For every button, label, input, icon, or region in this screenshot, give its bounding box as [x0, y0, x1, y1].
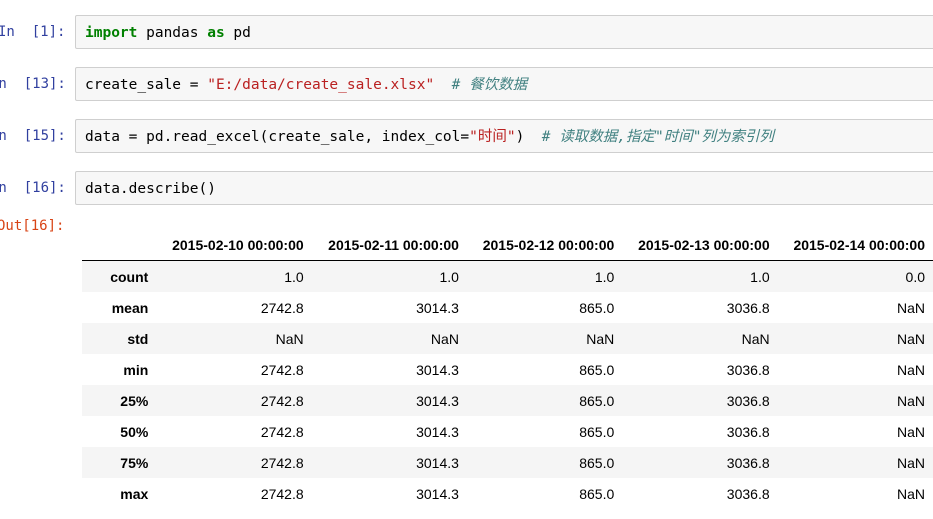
table-cell: NaN [896, 392, 925, 409]
code-keyword: import [85, 25, 138, 41]
table-cell: 3014.3 [416, 454, 459, 471]
code-comment: # 餐饮数据 [451, 77, 528, 93]
table-cell: 1.0 [594, 268, 615, 285]
table-cell: 865.0 [579, 454, 615, 471]
row-index: count [110, 268, 149, 285]
table-cell: 3014.3 [416, 423, 459, 440]
code-string: "时间" [469, 129, 516, 145]
output-prompt: Out[16]: [0, 218, 65, 234]
table-cell: 865.0 [579, 392, 615, 409]
table-cell: 3036.8 [726, 485, 770, 502]
table-cell: 2742.8 [260, 392, 304, 409]
table-cell: 3014.3 [416, 485, 459, 502]
table-cell: 1.0 [284, 268, 304, 285]
table-cell: NaN [896, 485, 925, 502]
table-cell: 2742.8 [260, 361, 304, 378]
code-input[interactable]: data = pd.read_excel(create_sale, index_… [75, 119, 933, 153]
code-text: create_sale = [85, 77, 208, 93]
notebook-cell-2[interactable]: In [13]: create_sale = "E:/data/create_s… [0, 66, 933, 102]
column-header: 2015-02-11 00:00:00 [311, 229, 467, 261]
code-line: data.describe() [85, 181, 216, 197]
row-index: std [127, 330, 149, 347]
table-cell: NaN [741, 330, 770, 347]
code-comment: # 读取数据,指定"时间"列为索引列 [541, 129, 774, 145]
table-header-row: 2015-02-10 00:00:00 2015-02-11 00:00:00 … [82, 229, 933, 261]
table-cell: NaN [430, 330, 459, 347]
code-string: "E:/data/create_sale.xlsx" [207, 77, 435, 93]
table-cell: 3036.8 [726, 299, 770, 316]
table-cell: NaN [896, 299, 925, 316]
row-index: 75% [120, 454, 149, 471]
row-index: mean [111, 299, 149, 316]
table-cell: NaN [896, 454, 925, 471]
table-cell: 3036.8 [726, 423, 770, 440]
table-cell: 0.0 [905, 268, 925, 285]
notebook-cell-3[interactable]: In [15]: data = pd.read_excel(create_sal… [0, 118, 933, 154]
code-text: pd [224, 25, 251, 41]
table-cell: 1.0 [750, 268, 770, 285]
code-line: create_sale = "E:/data/create_sale.xlsx"… [85, 68, 527, 102]
table-cell: NaN [896, 330, 925, 347]
column-header: 2015-02-13 00:00:00 [622, 229, 778, 261]
table-cell: NaN [896, 361, 925, 378]
table-cell: 865.0 [579, 423, 615, 440]
table-row: count 1.0 1.0 1.0 1.0 0.0 [82, 260, 933, 292]
table-row: 25% 2742.8 3014.3 865.0 3036.8 NaN [82, 385, 933, 416]
code-input[interactable]: data.describe() [75, 171, 933, 205]
dataframe-table: 2015-02-10 00:00:00 2015-02-11 00:00:00 … [82, 229, 933, 509]
code-line: import pandas as pd [85, 16, 251, 50]
table-row: mean 2742.8 3014.3 865.0 3036.8 NaN [82, 292, 933, 323]
table-row: 75% 2742.8 3014.3 865.0 3036.8 NaN [82, 447, 933, 478]
code-input[interactable]: import pandas as pd [75, 15, 933, 49]
table-cell: NaN [586, 330, 615, 347]
table-cell: 3036.8 [726, 392, 770, 409]
table-cell: 3036.8 [726, 361, 770, 378]
table-cell: 865.0 [579, 485, 615, 502]
code-input[interactable]: create_sale = "E:/data/create_sale.xlsx"… [75, 67, 933, 101]
table-row: max 2742.8 3014.3 865.0 3036.8 NaN [82, 478, 933, 509]
row-index: 50% [120, 423, 149, 440]
table-row: min 2742.8 3014.3 865.0 3036.8 NaN [82, 354, 933, 385]
column-header: 2015-02-12 00:00:00 [466, 229, 623, 261]
row-index: max [120, 485, 149, 502]
table-cell: NaN [896, 423, 925, 440]
input-prompt: In [16]: [0, 180, 66, 196]
column-header: 2015-02-10 00:00:00 [156, 229, 312, 261]
table-cell: 3014.3 [416, 361, 459, 378]
code-text: ) [515, 129, 525, 145]
table-cell: 2742.8 [260, 299, 304, 316]
row-index: 25% [120, 392, 149, 409]
column-header: 2015-02-14 00:00:00 [777, 229, 933, 261]
input-prompt: In [13]: [0, 76, 66, 92]
table-cell: 3014.3 [416, 299, 459, 316]
table-cell: 1.0 [439, 268, 459, 285]
code-text: pandas [137, 25, 208, 41]
table-row: std NaN NaN NaN NaN NaN [82, 323, 933, 354]
table-cell: 3036.8 [726, 454, 770, 471]
row-index: min [123, 361, 149, 378]
table-cell: 2742.8 [260, 485, 304, 502]
input-prompt: In [15]: [0, 128, 66, 144]
input-prompt: In [1]: [0, 24, 66, 40]
table-cell: 2742.8 [260, 423, 304, 440]
index-header [82, 229, 157, 261]
code-keyword: as [207, 25, 225, 41]
table-cell: NaN [275, 330, 304, 347]
table-row: 50% 2742.8 3014.3 865.0 3036.8 NaN [82, 416, 933, 447]
code-text: data = pd.read_excel(create_sale, index_… [85, 129, 470, 145]
table-cell: 865.0 [579, 361, 615, 378]
table-cell: 2742.8 [260, 454, 304, 471]
notebook-cell-1[interactable]: In [1]: import pandas as pd [0, 14, 933, 50]
table-cell: 3014.3 [416, 392, 459, 409]
table-cell: 865.0 [579, 299, 615, 316]
code-line: data = pd.read_excel(create_sale, index_… [85, 120, 774, 154]
